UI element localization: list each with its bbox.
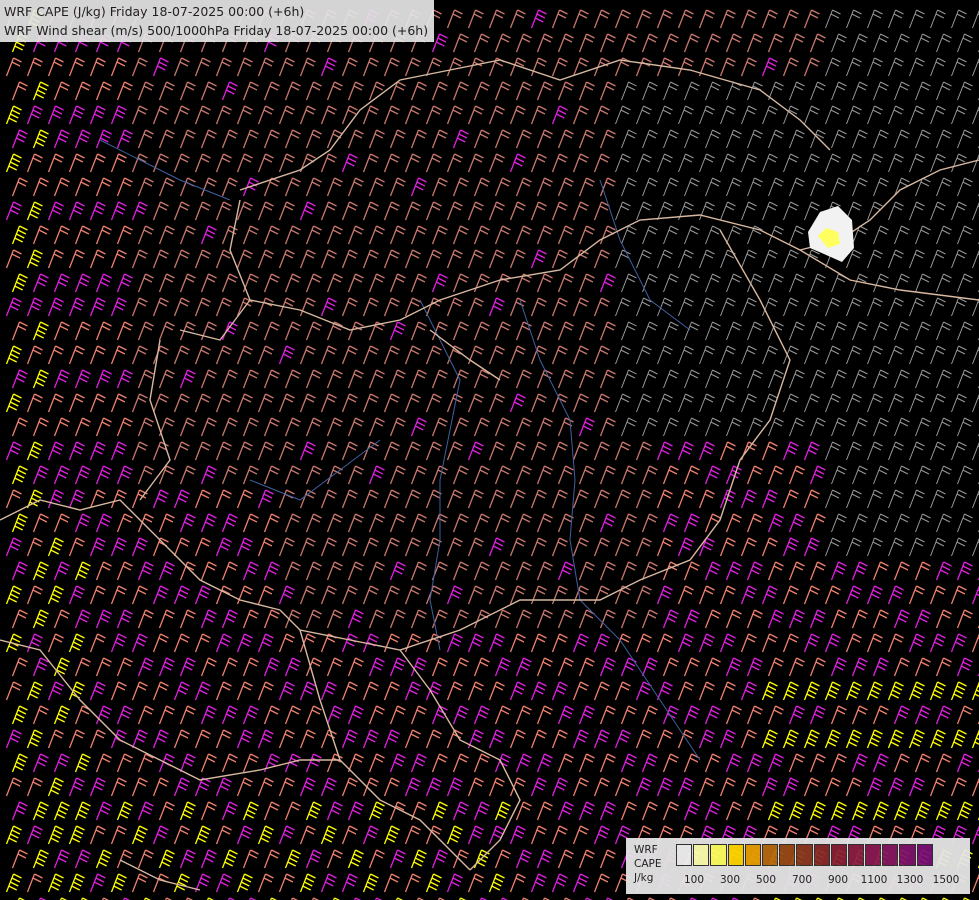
legend-unit-label: J/kg	[634, 872, 654, 884]
title-cape: WRF CAPE (J/kg) Friday 18-07-2025 00:00 …	[4, 4, 305, 19]
legend-swatch	[779, 844, 796, 866]
legend-swatch	[676, 844, 693, 866]
legend-swatch	[710, 844, 727, 866]
legend-swatch	[916, 844, 933, 866]
legend-tick: 500	[755, 874, 777, 886]
legend-tick: 1300	[896, 874, 924, 886]
legend-swatch	[727, 844, 744, 866]
map-title: WRF CAPE (J/kg) Friday 18-07-2025 00:00 …	[0, 0, 435, 42]
legend-variable-label: CAPE	[634, 858, 662, 870]
legend-swatch	[761, 844, 779, 866]
legend-tick: 300	[719, 874, 741, 886]
legend-swatch	[865, 844, 882, 866]
cape-legend: WRF CAPE J/kg 100 300 500 700 900 1100 1300 150…	[626, 838, 970, 894]
legend-swatch	[693, 844, 710, 866]
legend-ticks: 100 300 500 700 900 1100 1300 1500	[676, 874, 966, 888]
legend-swatch	[830, 844, 847, 866]
legend-swatch	[847, 844, 865, 866]
legend-tick: 1500	[932, 874, 960, 886]
weather-map	[0, 0, 979, 900]
legend-swatch	[882, 844, 899, 866]
legend-tick: 700	[791, 874, 813, 886]
legend-swatches	[676, 844, 934, 866]
legend-tick: 1100	[860, 874, 888, 886]
title-wind-shear: WRF Wind shear (m/s) 500/1000hPa Friday …	[4, 23, 429, 38]
legend-tick: 100	[683, 874, 705, 886]
legend-swatch	[813, 844, 830, 866]
legend-swatch	[796, 844, 813, 866]
legend-swatch	[744, 844, 761, 866]
legend-tick: 900	[827, 874, 849, 886]
legend-model-label: WRF	[634, 844, 658, 856]
legend-swatch	[899, 844, 916, 866]
